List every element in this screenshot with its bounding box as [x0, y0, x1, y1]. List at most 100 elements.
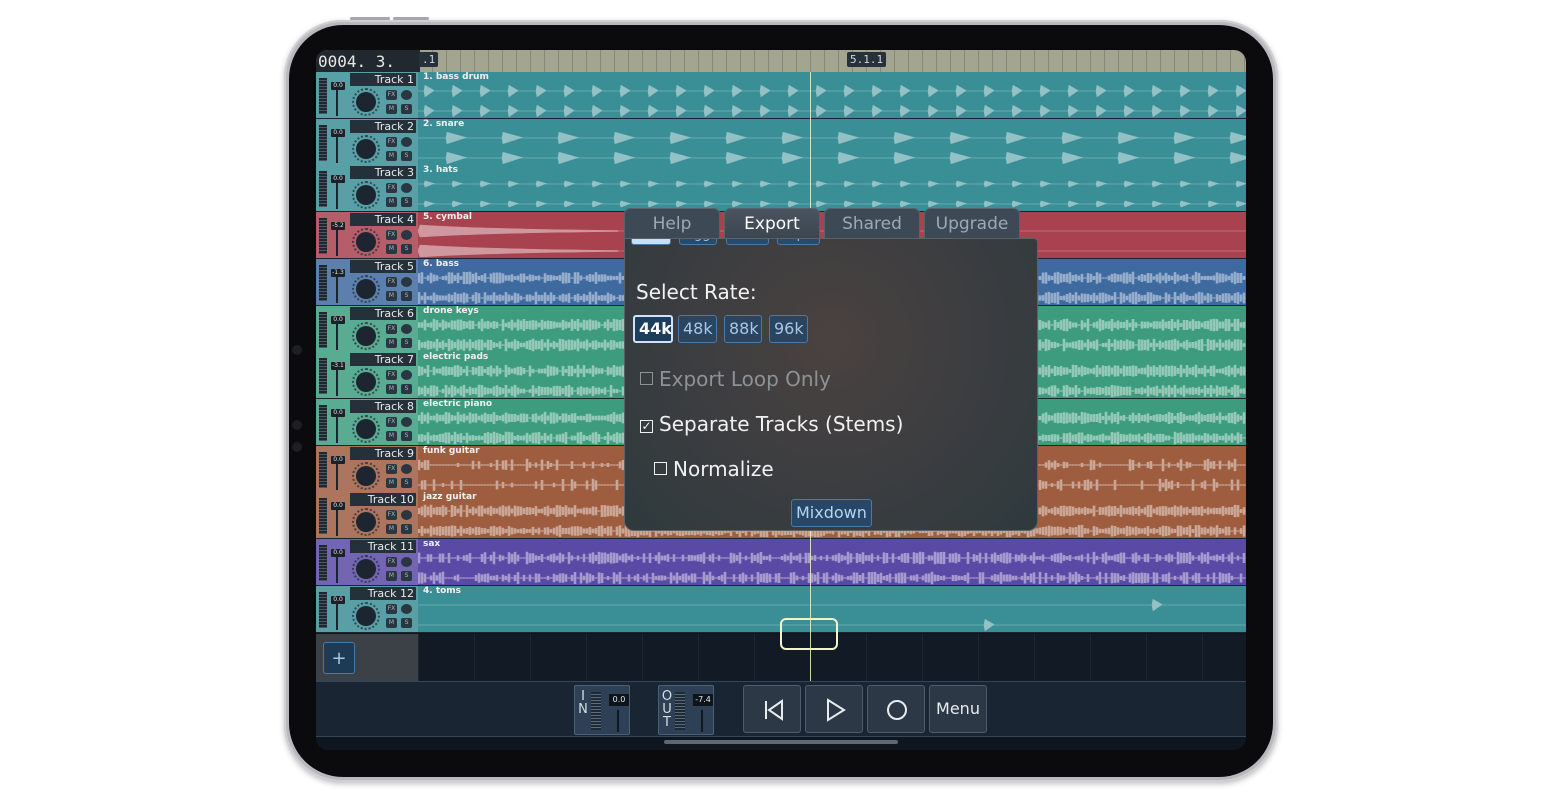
pan-knob[interactable] [352, 88, 380, 116]
track-volume-fader[interactable] [330, 599, 344, 630]
record-arm-icon[interactable] [401, 510, 412, 521]
mute-button[interactable]: M [386, 244, 397, 255]
record-arm-icon[interactable] [401, 136, 412, 147]
add-track-button[interactable]: + [323, 642, 355, 674]
track-volume-fader[interactable] [330, 506, 344, 537]
record-arm-icon[interactable] [401, 603, 412, 614]
audio-clip[interactable]: 2. snare [418, 118, 1246, 166]
solo-button[interactable]: S [401, 617, 412, 628]
tab-shared[interactable]: Shared [824, 208, 920, 238]
input-fader[interactable] [617, 710, 619, 732]
track-volume-fader[interactable] [330, 553, 344, 583]
format-ogg-button[interactable]: ogg [679, 239, 718, 245]
pan-knob[interactable] [352, 181, 380, 210]
mute-button[interactable]: M [386, 430, 397, 441]
track-name[interactable]: Track 9 [350, 446, 416, 460]
audio-clip[interactable]: 1. bass drum [418, 72, 1246, 119]
solo-button[interactable]: S [401, 337, 412, 348]
pan-knob[interactable] [352, 321, 380, 350]
record-button[interactable] [867, 685, 925, 733]
fx-button[interactable]: FX [386, 276, 397, 287]
track-volume-fader[interactable] [330, 319, 344, 350]
track-volume-fader[interactable] [330, 459, 344, 490]
solo-button[interactable]: S [401, 477, 412, 488]
record-arm-icon[interactable] [401, 557, 412, 567]
mute-button[interactable]: M [386, 337, 397, 348]
record-arm-icon[interactable] [401, 370, 412, 381]
ruler-marker-loop[interactable]: 5.1.1 [847, 52, 887, 67]
rate-88k-button[interactable]: 88k [724, 315, 762, 343]
track-name[interactable]: Track 3 [350, 166, 416, 180]
rate-44k-button[interactable]: 44k [633, 315, 673, 343]
track-name[interactable]: Track 8 [350, 399, 416, 413]
track-header[interactable]: 0.0 Track 9 FX M S [316, 445, 418, 493]
track-volume-fader[interactable] [330, 226, 344, 257]
track-header[interactable]: 0.0 Track 11 FX M S [316, 539, 418, 586]
track-header[interactable]: 0.0 Track 3 FX M S [316, 165, 418, 213]
track-header[interactable]: 0.0 Track 1 FX M S [316, 72, 418, 119]
pan-knob[interactable] [352, 601, 380, 630]
timeline-ruler[interactable]: 0004. 3. 1.001 .1 5.1.1 [316, 50, 1246, 95]
pan-knob[interactable] [352, 274, 380, 303]
track-name[interactable]: Track 12 [350, 586, 416, 600]
fx-button[interactable]: FX [386, 510, 397, 521]
pan-knob[interactable] [352, 414, 380, 443]
play-button[interactable] [805, 685, 863, 733]
record-arm-icon[interactable] [401, 323, 412, 334]
audio-clip[interactable]: sax [418, 539, 1246, 586]
rate-96k-button[interactable]: 96k [769, 315, 808, 343]
mute-button[interactable]: M [386, 617, 397, 628]
track-header[interactable]: 0.0 Track 10 FX M S [316, 492, 418, 540]
normalize-checkbox[interactable] [654, 462, 667, 475]
menu-button[interactable]: Menu [929, 685, 987, 733]
fx-button[interactable]: FX [386, 183, 397, 194]
mute-button[interactable]: M [386, 104, 397, 114]
separate-tracks-option[interactable]: ✓ Separate Tracks (Stems) [640, 412, 903, 436]
mute-button[interactable]: M [386, 571, 397, 581]
track-header[interactable]: 0.0 Track 2 FX M S [316, 118, 418, 166]
tab-upgrade[interactable]: Upgrade [924, 208, 1020, 238]
solo-button[interactable]: S [401, 150, 412, 161]
track-volume-fader[interactable] [330, 272, 344, 303]
fx-button[interactable]: FX [386, 323, 397, 334]
playhead-handle[interactable] [780, 618, 838, 650]
fx-button[interactable]: FX [386, 416, 397, 427]
fx-button[interactable]: FX [386, 463, 397, 474]
fx-button[interactable]: FX [386, 90, 397, 100]
track-name[interactable]: Track 1 [350, 73, 416, 86]
record-arm-icon[interactable] [401, 230, 412, 241]
track-name[interactable]: Track 7 [350, 353, 416, 367]
fx-button[interactable]: FX [386, 557, 397, 567]
track-volume-fader[interactable] [330, 366, 344, 397]
pan-knob[interactable] [352, 508, 380, 537]
track-name[interactable]: Track 10 [350, 493, 416, 507]
mute-button[interactable]: M [386, 524, 397, 535]
input-meter[interactable]: IN 0.0 [574, 685, 630, 735]
record-arm-icon[interactable] [401, 90, 412, 100]
track-volume-fader[interactable] [330, 412, 344, 443]
normalize-option[interactable]: Normalize [654, 457, 774, 481]
fx-button[interactable]: FX [386, 370, 397, 381]
pan-knob[interactable] [352, 228, 380, 257]
record-arm-icon[interactable] [401, 463, 412, 474]
tab-export[interactable]: Export [724, 208, 820, 238]
track-volume-fader[interactable] [330, 86, 344, 116]
output-meter[interactable]: OUT -7.4 [658, 685, 714, 735]
solo-button[interactable]: S [401, 571, 412, 581]
format-m4a-button[interactable]: m4a [726, 239, 769, 245]
solo-button[interactable]: S [401, 104, 412, 114]
record-arm-icon[interactable] [401, 416, 412, 427]
track-volume-fader[interactable] [330, 132, 344, 163]
solo-button[interactable]: S [401, 244, 412, 255]
track-header[interactable]: 0.0 Track 12 FX M S [316, 585, 418, 633]
mixdown-button[interactable]: Mixdown [791, 499, 872, 527]
pan-knob[interactable] [352, 368, 380, 397]
mute-button[interactable]: M [386, 477, 397, 488]
pan-knob[interactable] [352, 134, 380, 163]
track-header[interactable]: -5.2 Track 4 FX M S [316, 212, 418, 260]
rate-48k-button[interactable]: 48k [678, 315, 717, 343]
track-name[interactable]: Track 4 [350, 213, 416, 227]
track-name[interactable]: Track 5 [350, 259, 416, 273]
track-header[interactable]: 0.0 Track 8 FX M S [316, 398, 418, 446]
pan-knob[interactable] [352, 461, 380, 490]
